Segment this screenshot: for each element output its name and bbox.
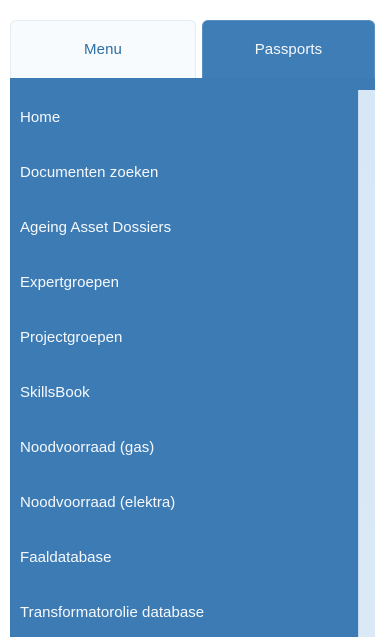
navigation-widget: Menu Passports Home Documenten zoeken Ag… xyxy=(0,0,383,637)
menu-item-projectgroepen[interactable]: Projectgroepen xyxy=(20,324,320,350)
menu-item-transformatorolie-database[interactable]: Transformatorolie database xyxy=(20,599,320,625)
tab-bar: Menu Passports xyxy=(0,0,383,78)
menu-item-skillsbook[interactable]: SkillsBook xyxy=(20,379,320,405)
menu-scrollbar[interactable] xyxy=(358,90,375,637)
tab-menu[interactable]: Menu xyxy=(10,20,196,78)
menu-item-documenten-zoeken[interactable]: Documenten zoeken xyxy=(20,159,320,185)
menu-item-noodvoorraad-elektra[interactable]: Noodvoorraad (elektra) xyxy=(20,489,320,515)
menu-item-noodvoorraad-gas[interactable]: Noodvoorraad (gas) xyxy=(20,434,320,460)
menu-item-home[interactable]: Home xyxy=(20,104,320,130)
menu-item-ageing-asset-dossiers[interactable]: Ageing Asset Dossiers xyxy=(20,214,320,240)
menu-item-expertgroepen[interactable]: Expertgroepen xyxy=(20,269,320,295)
menu-item-faaldatabase[interactable]: Faaldatabase xyxy=(20,544,320,570)
scrollbar-edge xyxy=(358,90,359,637)
menu-panel: Home Documenten zoeken Ageing Asset Doss… xyxy=(10,78,375,637)
tab-passports[interactable]: Passports xyxy=(202,20,375,78)
scrollbar-track[interactable] xyxy=(358,90,375,637)
menu-content: Home Documenten zoeken Ageing Asset Doss… xyxy=(10,78,358,637)
